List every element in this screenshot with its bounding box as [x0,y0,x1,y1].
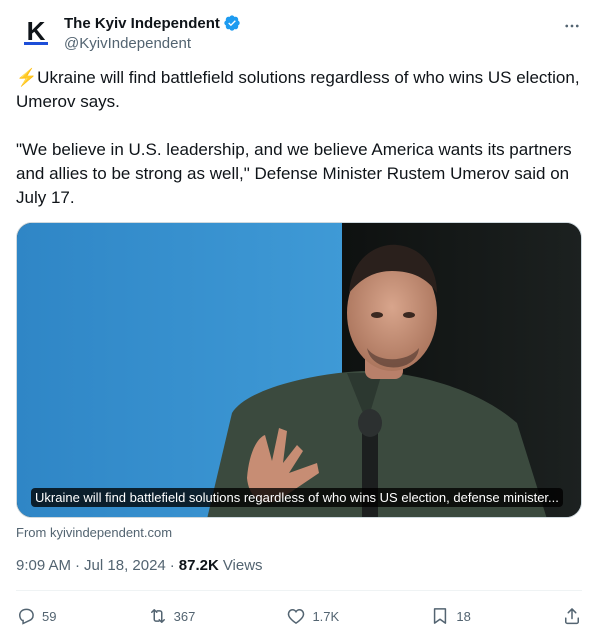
bookmark-count: 18 [456,608,471,624]
author-names: The Kyiv Independent @KyivIndependent [64,14,241,52]
action-bar: 59 367 1.7K 18 [16,603,582,629]
tweet-date[interactable]: Jul 18, 2024 [84,557,166,574]
link-card-image[interactable]: Ukraine will find battlefield solutions … [16,222,582,518]
reply-button[interactable]: 59 [16,606,56,626]
reply-icon [18,608,34,625]
photo-defense-minister [17,223,581,517]
views-count: 87.2K [178,557,219,574]
tweet-meta: 9:09 AM · Jul 18, 2024 · 87.2K Views [16,557,263,574]
meta-separator-2: · [169,557,175,574]
verified-badge-icon [224,15,240,31]
heart-icon [288,608,305,624]
link-source[interactable]: From kyivindependent.com [16,525,172,540]
meta-separator: · [75,557,81,574]
author-handle[interactable]: @KyivIndependent [64,35,241,52]
views-label: Views [222,557,263,574]
like-button[interactable]: 1.7K [286,606,339,626]
repost-icon [150,609,165,623]
avatar[interactable]: K [16,12,56,52]
tweet-text: ⚡Ukraine will find battlefield solutions… [16,66,586,210]
share-button[interactable] [562,606,582,626]
like-count: 1.7K [312,608,340,624]
avatar-logo-bar [24,42,48,45]
tweet-time[interactable]: 9:09 AM [16,557,71,574]
repost-count: 367 [173,608,196,624]
bookmark-button[interactable]: 18 [430,606,471,626]
share-icon [564,608,579,625]
bookmark-icon [434,608,447,624]
tweet-body: Ukraine will find battlefield solutions … [16,68,580,207]
link-card-title: Ukraine will find battlefield solutions … [31,488,563,507]
more-options-icon[interactable] [562,16,582,36]
divider [16,590,582,591]
lightning-bolt-emoji: ⚡ [16,68,38,87]
display-name-row: The Kyiv Independent [64,14,241,32]
repost-button[interactable]: 367 [148,606,196,626]
tweet-header: K The Kyiv Independent @KyivIndependent [16,12,582,56]
display-name[interactable]: The Kyiv Independent [64,15,220,32]
reply-count: 59 [42,608,57,624]
